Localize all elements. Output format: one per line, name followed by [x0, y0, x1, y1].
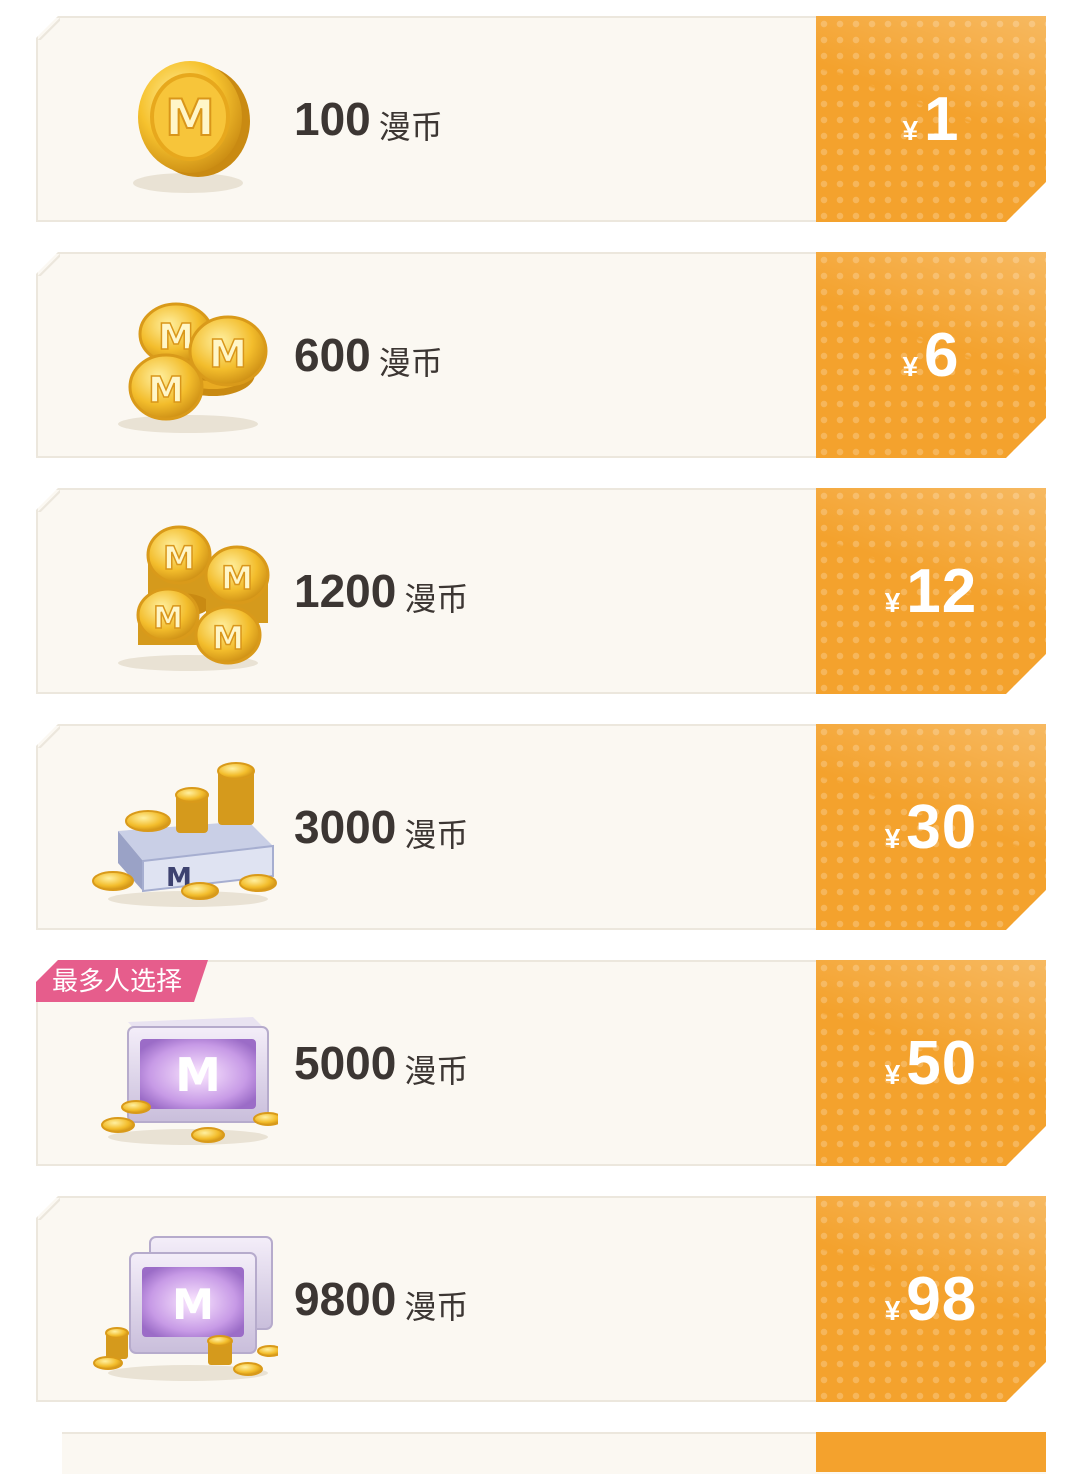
treasure-box-icon: M	[101, 1017, 278, 1145]
price-button[interactable]: ¥ 30	[816, 724, 1046, 930]
svg-text:M: M	[209, 332, 247, 376]
package-info: M 3000 漫币	[36, 724, 816, 930]
coin-stacks-icon: M M M M	[118, 525, 270, 671]
package-card-9800[interactable]: M 9800 漫币 ¥ 98	[36, 1196, 1046, 1402]
double-treasure-box-icon: M	[93, 1236, 278, 1381]
price-button[interactable]: ¥ 6	[816, 252, 1046, 458]
coin-amount: 3000 漫币	[294, 726, 468, 928]
coin-amount: 100 漫币	[294, 18, 443, 220]
yen-symbol: ¥	[902, 350, 919, 382]
coin-amount: 1200 漫币	[294, 490, 468, 692]
yen-symbol: ¥	[884, 1294, 901, 1326]
amount-number: 5000	[294, 1037, 397, 1089]
svg-text:M: M	[165, 89, 215, 147]
price-button[interactable]: ¥ 12	[816, 488, 1046, 694]
coin-pile-icon: M M M	[118, 302, 268, 433]
amount-number: 9800	[294, 1273, 397, 1325]
price-value: 6	[924, 320, 960, 390]
svg-text:M: M	[172, 1280, 214, 1329]
package-info: M 9800 漫币	[36, 1196, 816, 1402]
package-card-3000[interactable]: M 3000 漫币 ¥ 30	[36, 724, 1046, 930]
amount-unit: 漫币	[378, 345, 443, 381]
package-info: M M M 600 漫币	[36, 252, 816, 458]
svg-text:M: M	[175, 1048, 221, 1102]
most-popular-badge: 最多人选择	[36, 960, 208, 1002]
svg-text:M: M	[221, 559, 253, 597]
package-card-100[interactable]: M 100 漫币 ¥ 1	[36, 16, 1046, 222]
package-info: M M M M 1200 漫币	[36, 488, 816, 694]
yen-symbol: ¥	[902, 114, 919, 146]
coin-package-list: M 100 漫币 ¥ 1 M M M 600 漫币 ¥ 6 M M M M 12…	[0, 0, 1080, 1474]
price-value: 1	[924, 84, 960, 154]
single-coin-icon: M	[133, 61, 250, 193]
price-value: 12	[906, 556, 978, 626]
price-button[interactable]: ¥ 1	[816, 16, 1046, 222]
yen-symbol: ¥	[884, 586, 901, 618]
yen-symbol: ¥	[884, 822, 901, 854]
svg-text:M: M	[212, 619, 244, 657]
coin-crate-icon: M	[92, 762, 277, 907]
amount-unit: 漫币	[378, 109, 443, 145]
amount-unit: 漫币	[404, 1053, 469, 1089]
coin-amount: 600 漫币	[294, 254, 443, 456]
amount-number: 3000	[294, 801, 397, 853]
price-value: 50	[906, 1028, 978, 1098]
package-card-5000[interactable]: 最多人选择 M 5000 漫币 ¥ 50	[36, 960, 1046, 1166]
amount-number: 100	[294, 93, 371, 145]
price-value: 30	[906, 792, 978, 862]
package-info: M 100 漫币	[36, 16, 816, 222]
amount-unit: 漫币	[404, 1289, 469, 1325]
amount-unit: 漫币	[404, 581, 469, 617]
amount-number: 1200	[294, 565, 397, 617]
svg-text:M: M	[148, 370, 184, 411]
svg-text:M: M	[153, 601, 183, 636]
price-value: 98	[906, 1264, 978, 1334]
coin-amount: 5000 漫币	[294, 962, 468, 1164]
next-price-button-partial[interactable]	[816, 1432, 1046, 1472]
package-card-600[interactable]: M M M 600 漫币 ¥ 6	[36, 252, 1046, 458]
price-button[interactable]: ¥ 50	[816, 960, 1046, 1166]
amount-unit: 漫币	[404, 817, 469, 853]
amount-number: 600	[294, 329, 371, 381]
yen-symbol: ¥	[884, 1058, 901, 1090]
price-button[interactable]: ¥ 98	[816, 1196, 1046, 1402]
coin-amount: 9800 漫币	[294, 1198, 468, 1400]
svg-text:M: M	[163, 539, 195, 577]
package-card-1200[interactable]: M M M M 1200 漫币 ¥ 12	[36, 488, 1046, 694]
package-info: 最多人选择 M 5000 漫币	[36, 960, 816, 1166]
